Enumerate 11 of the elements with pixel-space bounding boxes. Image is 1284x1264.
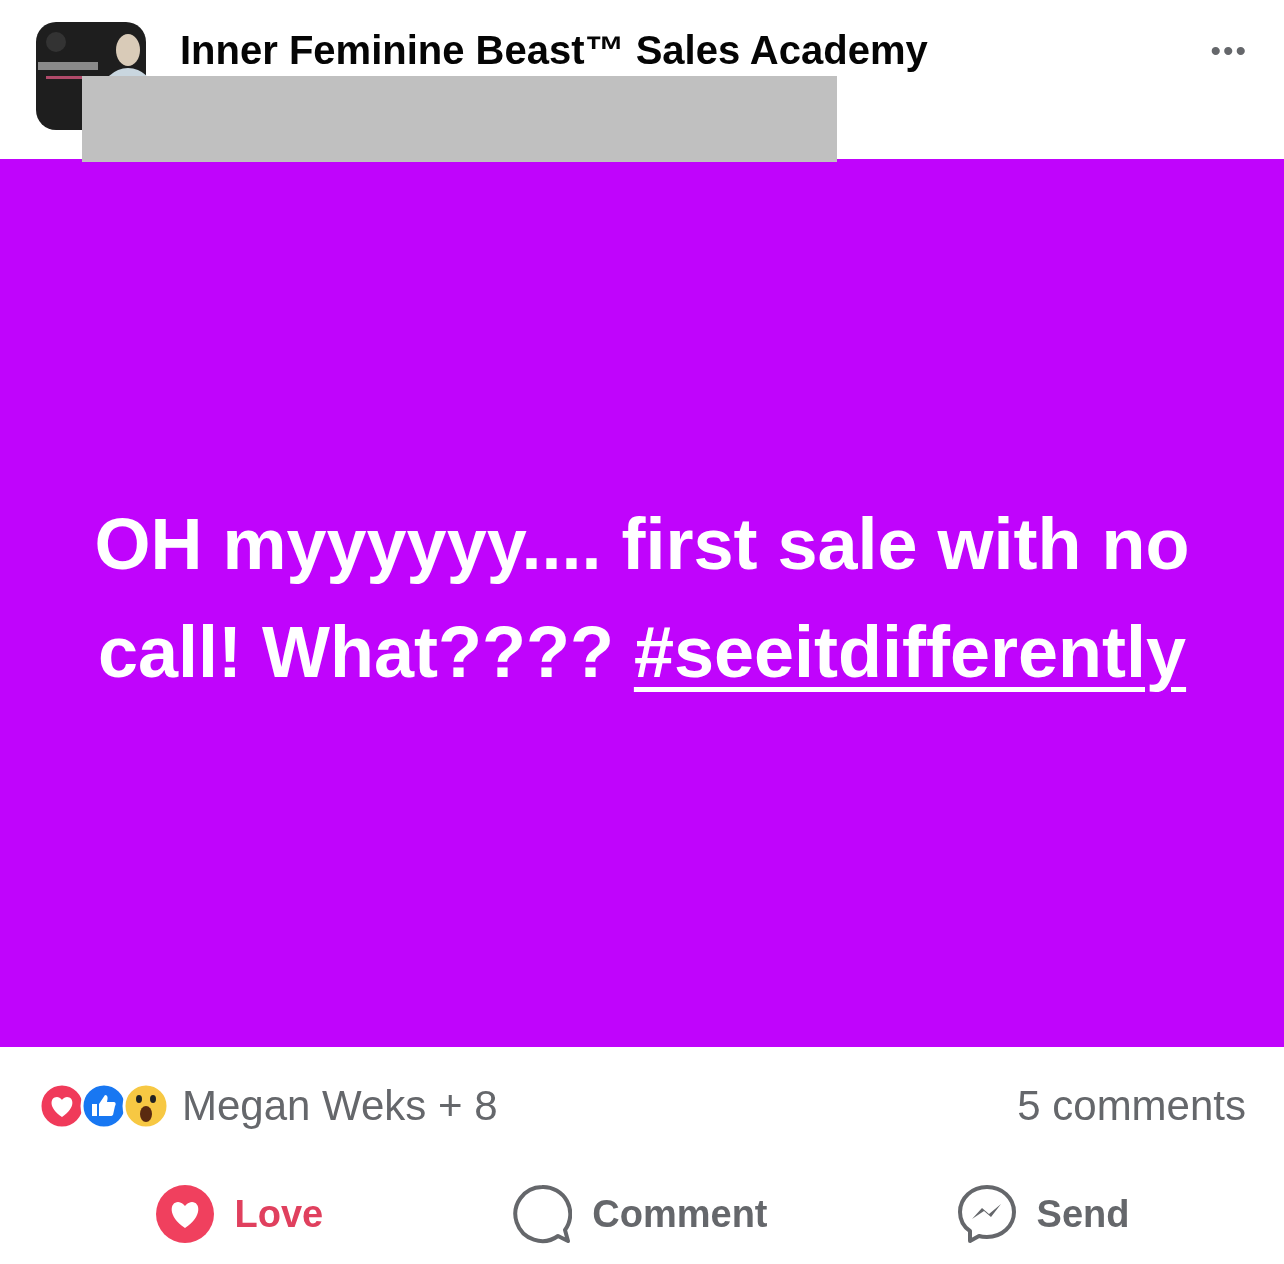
action-button[interactable]: Send [956,1184,1130,1245]
messenger-icon [956,1184,1017,1245]
action-button[interactable]: Comment [512,1184,768,1245]
group-name[interactable]: Inner Feminine Beast™ Sales Academy [180,28,928,73]
hashtag-link[interactable]: #seeitdifferently [633,612,1187,693]
more-button[interactable]: ••• [1210,34,1248,68]
comment-count[interactable]: 5 comments [1017,1081,1246,1130]
reaction-summary[interactable]: Megan Weks + 8 [182,1081,498,1130]
post-text: OH myyyyyy.... first sale with no call! What???? #seeitdifferently [93,503,1191,695]
speech-bubble-icon [512,1184,573,1245]
action-button[interactable]: Love [154,1184,324,1245]
